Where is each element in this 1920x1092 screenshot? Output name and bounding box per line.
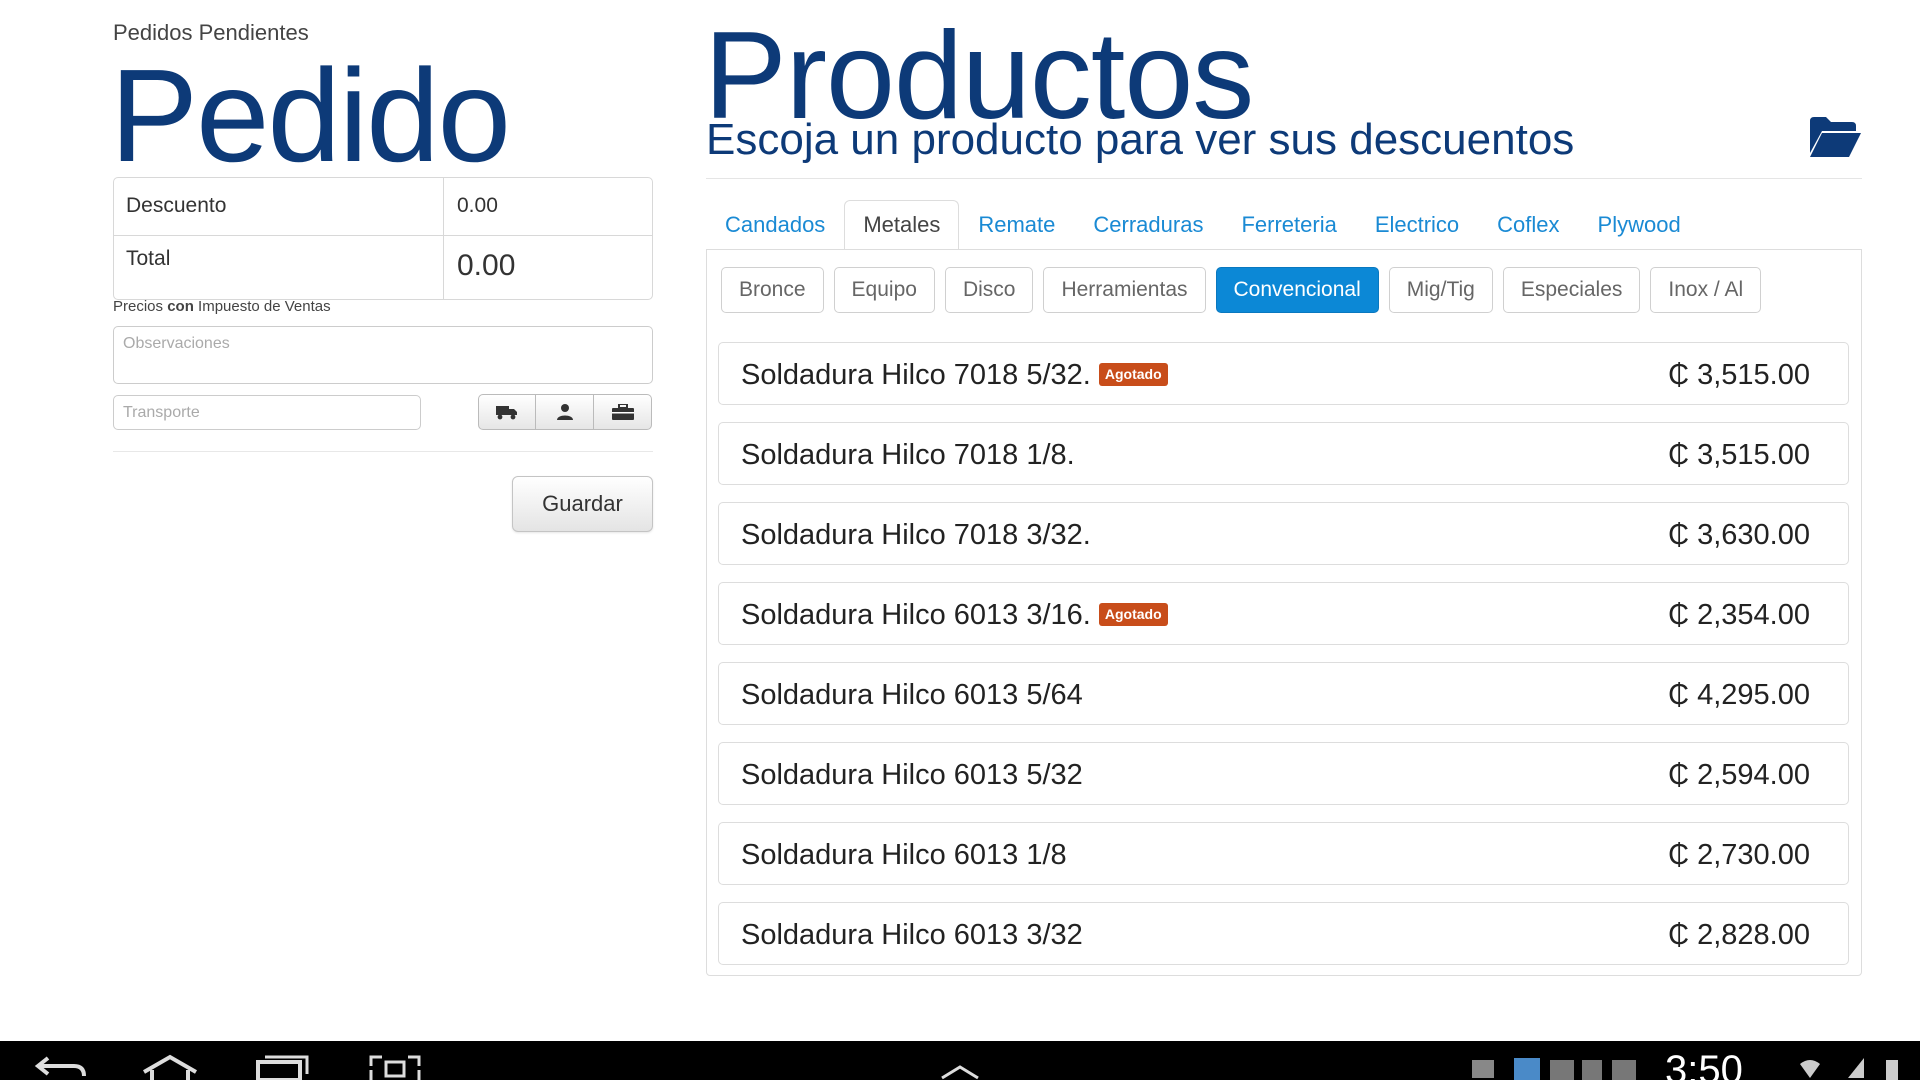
header-rule: [706, 178, 1862, 179]
out-of-stock-badge: Agotado: [1098, 602, 1168, 626]
discount-row: Descuento 0.00: [114, 178, 652, 236]
product-name: Soldadura Hilco 7018 1/8.: [741, 439, 1075, 471]
subtab-especiales[interactable]: Especiales: [1502, 267, 1641, 313]
tab-plywood[interactable]: Plywood: [1579, 200, 1700, 250]
briefcase-icon: [611, 404, 634, 420]
product-row[interactable]: Soldadura Hilco 6013 5/32 ₵ 2,594.00: [718, 742, 1849, 805]
tab-remate[interactable]: Remate: [959, 200, 1074, 250]
recent-apps-icon[interactable]: [255, 1054, 311, 1080]
subtab-convencional[interactable]: Convencional: [1215, 267, 1379, 313]
subtab-disco[interactable]: Disco: [944, 267, 1034, 313]
subtab-equipo[interactable]: Equipo: [833, 267, 935, 313]
wifi-icon: [1800, 1060, 1820, 1078]
user-icon: [556, 404, 573, 420]
product-row[interactable]: Soldadura Hilco 7018 3/32. ₵ 3,630.00: [718, 502, 1849, 565]
product-name: Soldadura Hilco 7018 3/32.: [741, 519, 1091, 551]
tax-note: Precios con Impuesto de Ventas: [113, 298, 331, 315]
subtab-inox-al[interactable]: Inox / Al: [1650, 267, 1762, 313]
product-list: Soldadura Hilco 7018 5/32. Agotado ₵ 3,51…: [718, 342, 1849, 982]
truck-button[interactable]: [478, 394, 536, 430]
tab-coflex[interactable]: Coflex: [1478, 200, 1578, 250]
subcategory-tabs: Bronce Equipo Disco Herramientas Convenc…: [721, 267, 1762, 315]
tab-candados[interactable]: Candados: [706, 200, 844, 250]
order-totals-table: Descuento 0.00 Total 0.00: [113, 177, 653, 300]
product-row[interactable]: Soldadura Hilco 7018 1/8. ₵ 3,515.00: [718, 422, 1849, 485]
product-row[interactable]: Soldadura Hilco 7018 5/32. Agotado ₵ 3,51…: [718, 342, 1849, 405]
status-icons: [1800, 1058, 1898, 1080]
product-name: Soldadura Hilco 6013 1/8: [741, 839, 1067, 871]
product-name: Soldadura Hilco 7018 5/32. Agotado: [741, 359, 1168, 392]
subtab-bronce[interactable]: Bronce: [721, 267, 824, 313]
tab-electrico[interactable]: Electrico: [1356, 200, 1478, 250]
subtab-mig-tig[interactable]: Mig/Tig: [1388, 267, 1493, 313]
tab-ferreteria[interactable]: Ferreteria: [1222, 200, 1355, 250]
subtab-herramientas[interactable]: Herramientas: [1043, 267, 1206, 313]
back-icon[interactable]: [34, 1054, 88, 1080]
product-price: ₵ 2,730.00: [1668, 839, 1810, 871]
truck-icon: [496, 406, 517, 420]
total-row: Total 0.00: [114, 235, 652, 300]
product-name: Soldadura Hilco 6013 3/16. Agotado: [741, 599, 1168, 632]
chevron-up-icon[interactable]: [938, 1064, 982, 1080]
product-price: ₵ 4,295.00: [1668, 679, 1810, 711]
category-tabs: Candados Metales Remate Cerraduras Ferre…: [706, 200, 1700, 250]
system-clock: 3:50: [1665, 1048, 1743, 1092]
briefcase-button[interactable]: [594, 394, 652, 430]
product-row[interactable]: Soldadura Hilco 6013 5/64 ₵ 4,295.00: [718, 662, 1849, 725]
product-price: ₵ 3,515.00: [1668, 439, 1810, 471]
tab-metales[interactable]: Metales: [844, 200, 960, 250]
product-row[interactable]: Soldadura Hilco 6013 3/32 ₵ 2,828.00: [718, 902, 1849, 965]
product-price: ₵ 2,354.00: [1668, 599, 1810, 631]
notification-icons[interactable]: [1470, 1056, 1650, 1080]
home-icon[interactable]: [140, 1054, 200, 1080]
customer-pickup-button[interactable]: [536, 394, 594, 430]
product-price: ₵ 3,515.00: [1668, 359, 1810, 391]
product-name: Soldadura Hilco 6013 5/64: [741, 679, 1083, 711]
product-row[interactable]: Soldadura Hilco 6013 3/16. Agotado ₵ 2,35…: [718, 582, 1849, 645]
battery-icon: [1886, 1060, 1898, 1080]
products-subtitle: Escoja un producto para ver sus descuent…: [706, 115, 1575, 164]
total-value: 0.00: [457, 249, 516, 282]
observations-field[interactable]: [113, 326, 653, 384]
product-name: Soldadura Hilco 6013 3/32: [741, 919, 1083, 951]
signal-icon: [1848, 1058, 1864, 1078]
product-price: ₵ 3,630.00: [1668, 519, 1810, 551]
transport-field[interactable]: [113, 395, 421, 430]
product-row[interactable]: Soldadura Hilco 6013 1/8 ₵ 2,730.00: [718, 822, 1849, 885]
product-price: ₵ 2,828.00: [1668, 919, 1810, 951]
out-of-stock-badge: Agotado: [1098, 362, 1168, 386]
order-title: Pedido: [110, 42, 511, 189]
product-name: Soldadura Hilco 6013 5/32: [741, 759, 1083, 791]
discount-value: 0.00: [457, 194, 498, 217]
screenshot-icon[interactable]: [368, 1054, 422, 1080]
discount-label: Descuento: [126, 194, 227, 217]
total-label: Total: [126, 247, 171, 270]
product-price: ₵ 2,594.00: [1668, 759, 1810, 791]
tab-cerraduras[interactable]: Cerraduras: [1074, 200, 1222, 250]
folder-open-icon[interactable]: [1808, 113, 1862, 159]
delivery-mode-buttons: [478, 394, 652, 430]
divider: [113, 451, 653, 452]
save-button[interactable]: Guardar: [512, 476, 653, 532]
